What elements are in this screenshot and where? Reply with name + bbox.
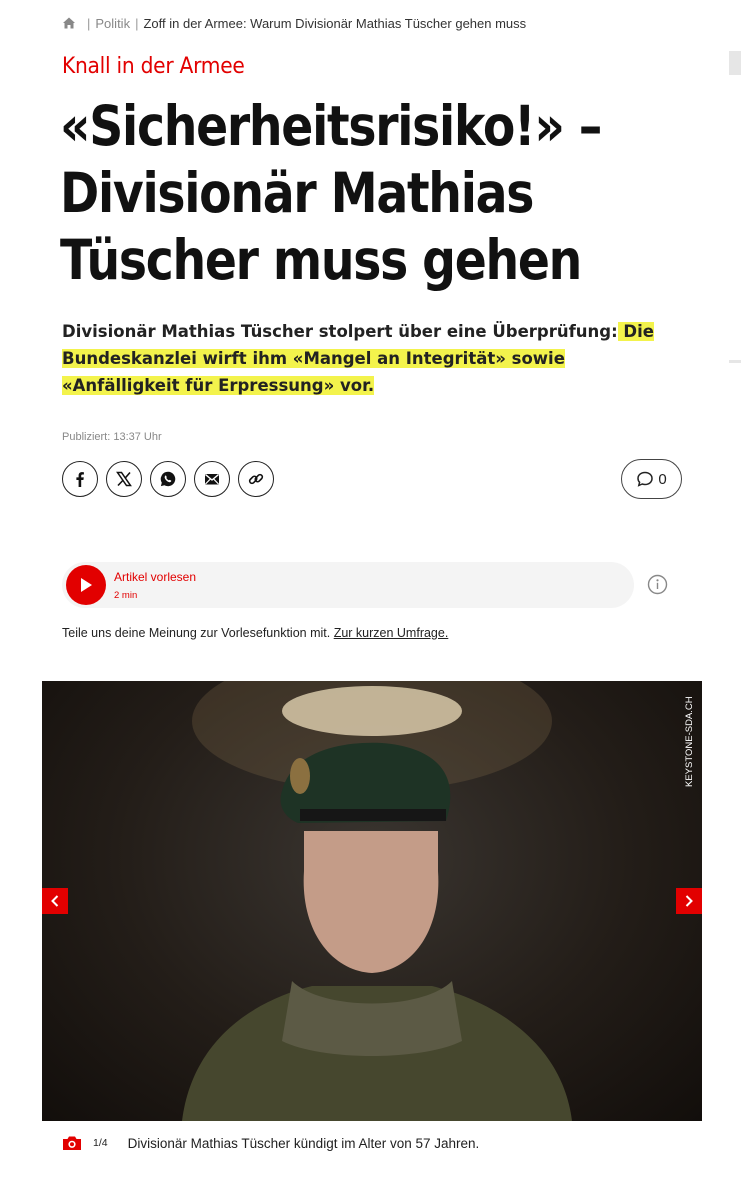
- whatsapp-icon: [160, 471, 176, 487]
- chevron-right-icon: [685, 895, 693, 907]
- side-tab: [729, 51, 741, 75]
- link-icon: [248, 473, 264, 485]
- share-email-button[interactable]: [194, 461, 230, 497]
- chevron-left-icon: [51, 895, 59, 907]
- gallery-next-button[interactable]: [676, 888, 702, 914]
- comment-count: 0: [658, 470, 667, 488]
- home-icon[interactable]: [62, 16, 76, 30]
- gallery-counter: 1/4: [93, 1137, 108, 1149]
- headline-line: Tüscher muss gehen: [60, 228, 582, 292]
- article-lead: Divisionär Mathias Tüscher stolpert über…: [62, 318, 662, 399]
- photo-credit: KEYSTONE-SDA.CH: [684, 696, 695, 787]
- breadcrumb-section[interactable]: Politik: [95, 16, 130, 31]
- audio-duration: 2 min: [114, 590, 138, 601]
- published-time: Publiziert: 13:37 Uhr: [62, 431, 162, 443]
- copy-link-button[interactable]: [238, 461, 274, 497]
- play-button[interactable]: [66, 565, 106, 605]
- email-icon: [205, 474, 219, 485]
- survey-link[interactable]: Zur kurzen Umfrage.: [334, 626, 449, 640]
- play-icon: [81, 578, 92, 592]
- x-icon: [116, 471, 132, 487]
- gallery-prev-button[interactable]: [42, 888, 68, 914]
- info-icon[interactable]: [647, 574, 668, 595]
- gallery-caption: Divisionär Mathias Tüscher kündigt im Al…: [127, 1135, 480, 1151]
- camera-icon: [63, 1136, 81, 1150]
- share-x-button[interactable]: [106, 461, 142, 497]
- share-facebook-button[interactable]: [62, 461, 98, 497]
- breadcrumb-separator: |: [135, 15, 139, 31]
- audio-title: Artikel vorlesen: [114, 570, 197, 584]
- share-whatsapp-button[interactable]: [150, 461, 186, 497]
- side-divider: [729, 360, 741, 363]
- article-kicker: Knall in der Armee: [62, 54, 245, 79]
- share-bar: [62, 461, 274, 497]
- breadcrumb: | Politik | Zoff in der Armee: Warum Div…: [62, 14, 526, 32]
- audio-feedback: Teile uns deine Meinung zur Vorlesefunkt…: [62, 626, 448, 640]
- audio-player: Artikel vorlesen 2 min: [62, 562, 634, 608]
- breadcrumb-current: Zoff in der Armee: Warum Divisionär Math…: [143, 15, 527, 31]
- article-headline: «Sicherheitsrisiko!» – Divisionär Mathia…: [60, 93, 628, 294]
- portrait-illustration: [182, 681, 572, 1121]
- facebook-icon: [76, 472, 84, 487]
- gallery-caption-row: 1/4 Divisionär Mathias Tüscher kündigt i…: [62, 1133, 479, 1153]
- headline-line: «Sicherheitsrisiko!» –: [60, 94, 602, 158]
- breadcrumb-separator: |: [87, 15, 91, 31]
- gallery-image[interactable]: KEYSTONE-SDA.CH: [42, 681, 702, 1121]
- comment-icon: [637, 471, 654, 487]
- feedback-text: Teile uns deine Meinung zur Vorlesefunkt…: [62, 626, 334, 640]
- headline-line: Divisionär Mathias: [60, 161, 534, 225]
- comments-button[interactable]: 0: [621, 459, 682, 499]
- photo-credit-text: KEYSTONE-SDA.CH: [684, 696, 695, 787]
- lead-text: Divisionär Mathias Tüscher stolpert über…: [62, 322, 618, 341]
